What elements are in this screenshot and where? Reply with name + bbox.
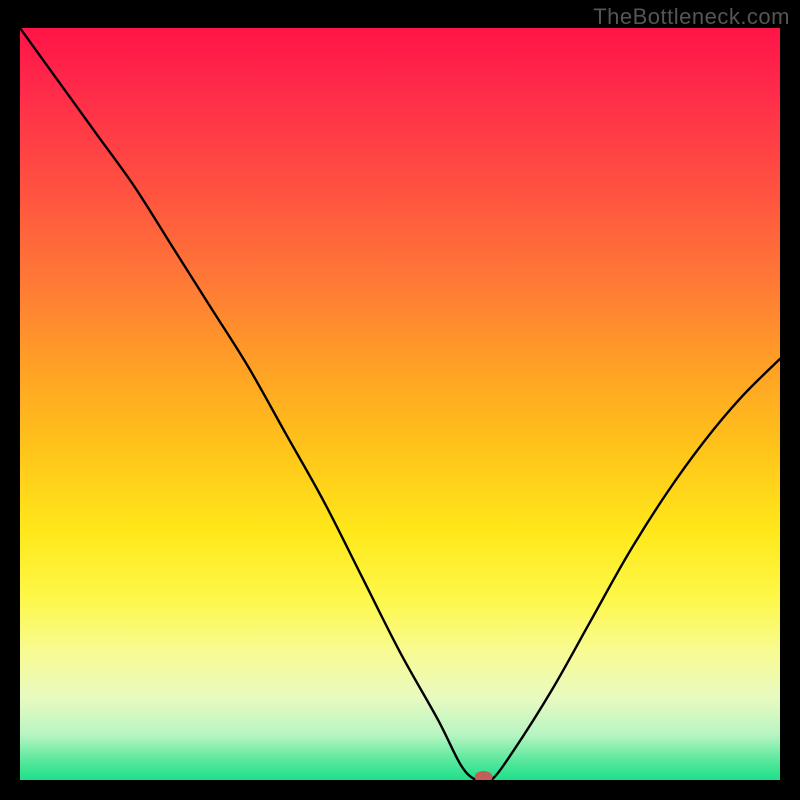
curve-svg <box>20 28 780 780</box>
plot-area <box>20 28 780 780</box>
watermark-text: TheBottleneck.com <box>593 4 790 30</box>
bottleneck-curve <box>20 28 780 780</box>
chart-container: TheBottleneck.com <box>0 0 800 800</box>
minimum-marker <box>475 771 493 780</box>
